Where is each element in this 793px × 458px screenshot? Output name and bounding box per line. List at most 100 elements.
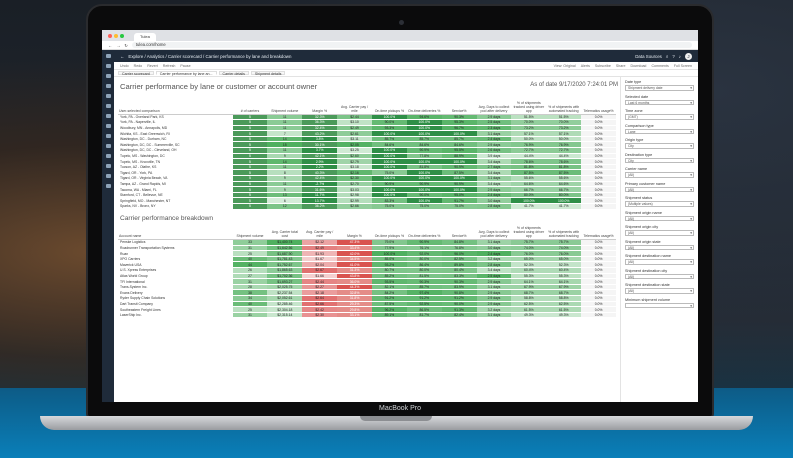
avatar[interactable]: J: [685, 52, 692, 60]
rail-nav-icon[interactable]: [105, 64, 111, 68]
toolbar-revert[interactable]: Revert: [147, 64, 158, 68]
toolbar-refresh[interactable]: Refresh: [163, 64, 176, 68]
back-arrow-icon[interactable]: ←: [120, 54, 124, 59]
rail-nav-icon[interactable]: [105, 154, 111, 158]
filter-dropdown[interactable]: (GMT): [625, 114, 694, 120]
search-icon[interactable]: ⌕: [666, 54, 668, 59]
column-header[interactable]: Service%: [441, 97, 477, 115]
column-header[interactable]: Shipment volume: [232, 222, 268, 241]
filter-label: Shipment destination name: [625, 254, 672, 258]
column-header[interactable]: % of shipments tracked using driver app: [511, 97, 547, 115]
filter-group: Carrier name (All): [625, 167, 694, 178]
filter-label: Time zone: [625, 109, 643, 113]
filter-dropdown[interactable]: Lane: [625, 128, 694, 134]
sheet-tab[interactable]: Carrier details: [218, 71, 249, 76]
column-header[interactable]: Avg. Carrier pay / mile: [302, 222, 338, 241]
column-header[interactable]: Margin %: [302, 97, 338, 115]
column-header[interactable]: % of shipments tracked using driver app: [511, 222, 547, 241]
column-header[interactable]: # of carriers: [232, 97, 268, 115]
filter-dropdown[interactable]: (All): [625, 244, 694, 250]
rail-nav-icon[interactable]: [105, 84, 111, 88]
toolbar-view-original[interactable]: View: Original: [554, 64, 576, 68]
sheet-tab[interactable]: Carrier scorecard: [118, 71, 154, 76]
rail-nav-icon[interactable]: [105, 144, 111, 148]
column-header[interactable]: Telematics usage%: [581, 97, 616, 115]
toolbar-alerts[interactable]: Alerts: [581, 64, 590, 68]
column-header[interactable]: On-time deliveries %: [406, 97, 442, 115]
filter-dropdown[interactable]: (All): [625, 172, 694, 178]
column-header[interactable]: On-time pickups %: [371, 97, 407, 115]
sheet-tab[interactable]: Shipment details: [250, 71, 286, 76]
as-of-date: As of date 9/17/2020 7:24:01 PM: [530, 82, 618, 88]
filter-dropdown[interactable]: (All): [625, 230, 694, 236]
column-header[interactable]: Avg. Carrier total cost: [267, 222, 303, 241]
filter-dropdown[interactable]: City: [625, 157, 694, 163]
filter-dropdown[interactable]: (All): [625, 259, 694, 265]
forward-icon[interactable]: →: [116, 43, 120, 48]
column-header[interactable]: Avg. Carrier pay / mile: [337, 97, 372, 115]
reload-icon[interactable]: ↻: [124, 43, 128, 48]
table-cell: 75.0%: [371, 203, 407, 210]
table-row[interactable]: Sparks, NV - Bronx, NY 5 12 36.2% $2.66 75.0%…: [118, 203, 616, 210]
table-cell: 12: [267, 203, 303, 210]
filter-dropdown[interactable]: City: [625, 143, 694, 149]
rail-nav-icon[interactable]: [105, 94, 111, 98]
data-sources-button[interactable]: Data Sources: [635, 54, 662, 59]
back-icon[interactable]: ←: [108, 43, 112, 48]
column-header[interactable]: Avg. Days to collect pod after delivery: [476, 222, 512, 241]
rail-nav-icon[interactable]: [105, 164, 111, 168]
row-label: Sparks, NV - Bronx, NY: [118, 203, 233, 210]
column-header[interactable]: On-time pickups %: [371, 222, 407, 241]
toolbar-share[interactable]: Share: [616, 64, 626, 68]
table-cell: 49.3%: [546, 312, 582, 319]
filter-dropdown[interactable]: (All): [625, 186, 694, 192]
help-icon[interactable]: ?: [672, 54, 674, 59]
url-input[interactable]: tulea.com/home: [131, 42, 692, 48]
filter-dropdown[interactable]: (All): [625, 273, 694, 279]
table-cell: 3.1 days: [476, 312, 512, 319]
column-header[interactable]: % of shipments with automated tracking: [546, 222, 582, 241]
filter-label: Shipment origin name: [625, 210, 662, 215]
rail-nav-icon[interactable]: [105, 104, 111, 108]
breadcrumb[interactable]: Explore / Analytics / Carrier scorecard …: [128, 54, 291, 59]
filter-dropdown[interactable]: [625, 302, 694, 308]
column-header[interactable]: % of shipments with automated tracking: [546, 97, 582, 115]
column-header[interactable]: Shipment volume: [267, 97, 303, 115]
filter-dropdown[interactable]: (All): [625, 288, 694, 294]
column-header[interactable]: On-time deliveries %: [406, 222, 442, 241]
column-header[interactable]: Service%: [441, 222, 477, 241]
rail-nav-icon[interactable]: [105, 124, 111, 128]
filter-dropdown[interactable]: Shipment delivery date: [625, 85, 694, 91]
rail-nav-icon[interactable]: [105, 74, 111, 78]
bell-icon[interactable]: ♪: [679, 54, 681, 59]
window-controls[interactable]: [108, 30, 124, 41]
column-header[interactable]: Margin %: [337, 222, 372, 241]
browser-tab[interactable]: Tulea: [134, 33, 156, 41]
table-cell: 75.0%: [441, 203, 477, 210]
rail-nav-icon[interactable]: [105, 114, 111, 118]
table-row[interactable]: LaserShip Inc. 31 $2,315.14 $2.30 33.1% 89.1%…: [118, 312, 616, 319]
column-header[interactable]: Account name: [118, 222, 233, 241]
toolbar-download[interactable]: Download: [630, 64, 646, 68]
rail-nav-icon[interactable]: [105, 54, 111, 58]
toolbar-full-screen[interactable]: Full Screen: [674, 64, 692, 68]
toolbar-redo[interactable]: Redo: [134, 64, 143, 68]
sheet-tab[interactable]: Carrier performance by lane an...: [155, 71, 217, 76]
column-header[interactable]: Avg. Days to collect pod after delivery: [476, 97, 512, 115]
toolbar-comments[interactable]: Comments: [651, 64, 668, 68]
toolbar-undo[interactable]: Undo: [120, 64, 129, 68]
rail-nav-icon[interactable]: [105, 184, 111, 188]
laptop-body: Tulea ← → ↻ tulea.com/home ← Explore / A…: [86, 4, 714, 418]
filter-dropdown[interactable]: (Multiple values): [625, 201, 694, 207]
table-cell: 75.0%: [406, 203, 442, 210]
rail-nav-icon[interactable]: [105, 174, 111, 178]
filter-dropdown[interactable]: Last 6 months: [625, 99, 694, 105]
table-cell: 31: [232, 312, 268, 319]
column-header[interactable]: Telematics usage%: [581, 222, 616, 241]
toolbar-subscribe[interactable]: Subscribe: [595, 64, 611, 68]
rail-nav-icon[interactable]: [105, 134, 111, 138]
filter-group: Shipment destination city (All): [625, 269, 694, 279]
filter-dropdown[interactable]: (All): [625, 215, 694, 221]
column-header[interactable]: User-selected comparison: [118, 97, 233, 115]
toolbar-pause[interactable]: Pause: [180, 64, 190, 68]
